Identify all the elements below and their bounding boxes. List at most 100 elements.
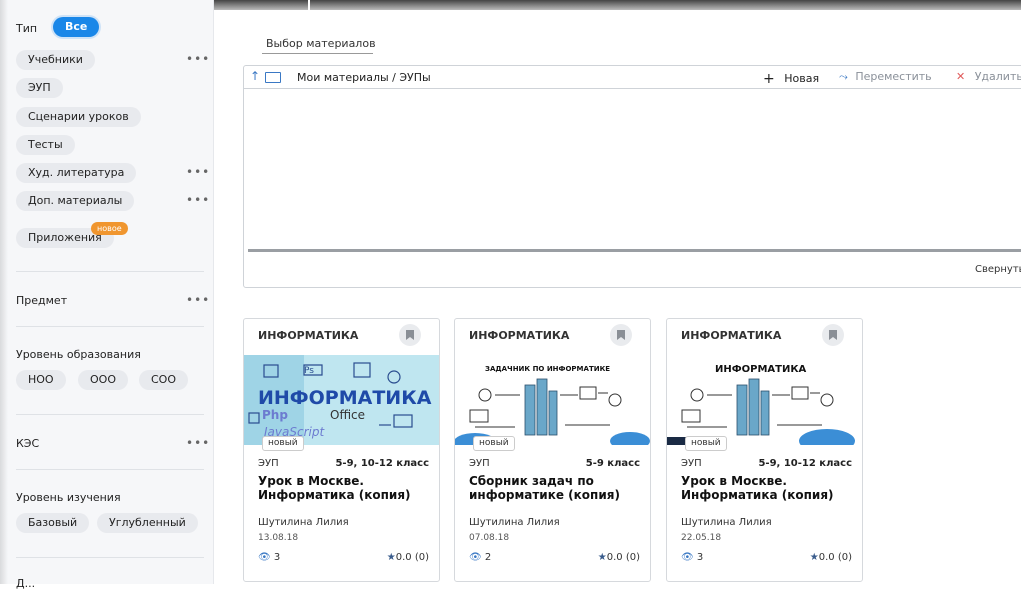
delete-button[interactable]: ✕ Удалить	[956, 70, 1021, 83]
card-views: 👁 2	[469, 552, 491, 563]
bookmark-icon[interactable]	[822, 324, 844, 346]
move-button-label: Переместить	[855, 70, 932, 83]
card-grade: 5-9, 10-12 класс	[335, 458, 429, 469]
chip-ooo[interactable]: ООО	[78, 370, 128, 390]
card-author: Шутилина Лилия	[469, 517, 560, 528]
card-title[interactable]: Урок в Москве. Информатика (копия)	[258, 474, 428, 502]
card-date: 13.08.18	[258, 533, 299, 543]
new-tag: новый	[685, 436, 727, 451]
chip-lesson-scenarios[interactable]: Сценарии уроков	[16, 107, 141, 127]
rating-value: 0.0 (0)	[818, 552, 852, 563]
new-button[interactable]: + Новая	[763, 70, 820, 87]
divider	[16, 326, 204, 327]
card-type: ЭУП	[469, 458, 490, 469]
star-icon: ★	[809, 552, 819, 563]
image-word: Php	[262, 408, 288, 422]
views-count: 2	[484, 552, 492, 563]
more-icon[interactable]: •••	[186, 436, 210, 450]
card-views: 👁 3	[258, 552, 280, 563]
new-tag: новый	[473, 436, 515, 451]
eye-icon: 👁	[258, 552, 271, 563]
chip-fiction[interactable]: Худ. литература	[16, 163, 137, 183]
delete-button-label: Удалить	[974, 70, 1021, 83]
card-rating: ★0.0 (0)	[598, 552, 640, 563]
new-button-label: Новая	[784, 72, 820, 85]
rating-value: 0.0 (0)	[395, 552, 429, 563]
card-date: 07.08.18	[469, 533, 510, 543]
chip-all[interactable]: Все	[53, 17, 100, 37]
material-card[interactable]: ИНФОРМАТИКА Ps ИНФОРМАТИКА Php Office Ja…	[243, 318, 440, 582]
card-grade: 5-9, 10-12 класс	[758, 458, 852, 469]
move-button[interactable]: ⤳ Переместить	[839, 70, 932, 84]
card-rating: ★0.0 (0)	[810, 552, 852, 563]
card-grade: 5-9 класс	[585, 458, 640, 469]
image-title: ИНФОРМАТИКА	[715, 364, 807, 375]
type-label: Тип	[16, 22, 38, 35]
study-level-label: Уровень изучения	[16, 491, 121, 504]
divider	[16, 557, 204, 558]
tab-materials-select[interactable]: Выбор материалов	[266, 37, 376, 50]
card-cover-image: ЗАДАЧНИК ПО ИНФОРМАТИКЕ	[455, 355, 650, 445]
close-icon: ✕	[956, 70, 966, 83]
card-author: Шутилина Лилия	[681, 517, 772, 528]
eye-icon: 👁	[681, 552, 694, 563]
chip-noo[interactable]: НОО	[16, 370, 66, 390]
card-rating: ★0.0 (0)	[387, 552, 429, 563]
star-icon: ★	[386, 552, 396, 563]
material-card[interactable]: ИНФОРМАТИКА ЗАДАЧНИК ПО ИНФОРМАТИКЕ новы…	[454, 318, 651, 582]
new-badge: новое	[91, 222, 128, 235]
panel-toolbar: ↑ Мои материалы / ЭУПы + Новая ⤳ Перемес…	[244, 66, 1021, 89]
new-tag: новый	[262, 436, 304, 451]
collapse-link[interactable]: Свернуть	[975, 264, 1021, 275]
card-subject: ИНФОРМАТИКА	[469, 329, 570, 342]
more-icon[interactable]: •••	[186, 165, 210, 179]
image-title: ИНФОРМАТИКА	[258, 387, 432, 409]
views-count: 3	[273, 552, 281, 563]
folder-icon[interactable]	[265, 72, 281, 83]
card-cover-image: ИНФОРМАТИКА	[667, 355, 862, 445]
top-overlay	[212, 0, 1021, 10]
rating-value: 0.0 (0)	[606, 552, 640, 563]
card-type: ЭУП	[681, 458, 702, 469]
star-icon: ★	[597, 552, 607, 563]
kes-label: КЭС	[16, 437, 40, 450]
chip-advanced[interactable]: Углубленный	[97, 513, 198, 533]
card-cover-image: Ps ИНФОРМАТИКА Php Office JavaScript	[244, 355, 439, 445]
material-card[interactable]: ИНФОРМАТИКА ИНФОРМАТИКА новый ЭУП 5-9, 1…	[666, 318, 863, 582]
arrow-up-icon[interactable]: ↑	[250, 69, 260, 83]
divider	[16, 469, 204, 470]
card-author: Шутилина Лилия	[258, 517, 349, 528]
bookmark-icon[interactable]	[610, 324, 632, 346]
more-icon[interactable]: •••	[186, 293, 210, 307]
resize-handle[interactable]	[248, 249, 1021, 252]
card-views: 👁 3	[681, 552, 703, 563]
eye-icon: 👁	[469, 552, 482, 563]
edu-level-label: Уровень образования	[16, 348, 141, 361]
image-word: Office	[330, 408, 365, 422]
subject-label: Предмет	[16, 294, 68, 307]
more-icon[interactable]: •••	[186, 52, 210, 66]
chip-basic[interactable]: Базовый	[16, 513, 90, 533]
card-title[interactable]: Сборник задач по информатике (копия)	[469, 474, 639, 502]
more-icon[interactable]: •••	[186, 193, 210, 207]
card-title[interactable]: Урок в Москве. Информатика (копия)	[681, 474, 851, 502]
chip-soo[interactable]: СОО	[139, 370, 188, 390]
card-subject: ИНФОРМАТИКА	[681, 329, 782, 342]
plus-icon: +	[763, 71, 775, 87]
bookmark-icon[interactable]	[399, 324, 421, 346]
materials-panel: ↑ Мои материалы / ЭУПы + Новая ⤳ Перемес…	[243, 65, 1021, 288]
chip-extra-materials[interactable]: Доп. материалы	[16, 191, 135, 211]
chip-textbooks[interactable]: Учебники	[16, 50, 95, 70]
chip-eup[interactable]: ЭУП	[16, 78, 63, 98]
image-title: ЗАДАЧНИК ПО ИНФОРМАТИКЕ	[485, 365, 610, 373]
tab-underline	[262, 53, 373, 54]
divider	[16, 271, 204, 272]
breadcrumb[interactable]: Мои материалы / ЭУПы	[297, 71, 431, 84]
views-count: 3	[696, 552, 704, 563]
move-icon: ⤳	[839, 70, 848, 83]
chip-tests[interactable]: Тесты	[16, 135, 75, 155]
card-type: ЭУП	[258, 458, 279, 469]
image-word: Ps	[304, 366, 314, 376]
divider	[16, 414, 204, 415]
filter-sidebar: Тип Все Учебники ••• ЭУП Сценарии уроков…	[0, 0, 214, 590]
